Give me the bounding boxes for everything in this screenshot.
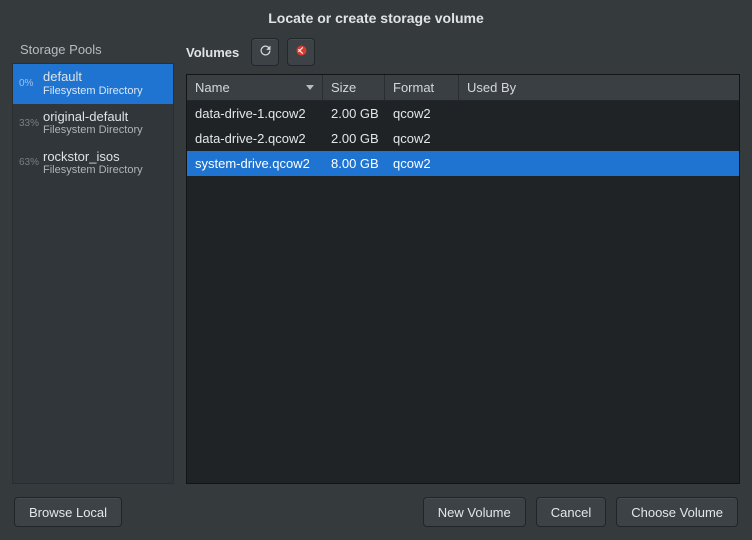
pool-type: Filesystem Directory: [43, 124, 143, 137]
cell-name: data-drive-2.qcow2: [187, 131, 323, 146]
refresh-icon: [258, 43, 273, 61]
pool-usage-percent: 0%: [19, 78, 43, 89]
cell-format: qcow2: [385, 156, 459, 171]
new-volume-button[interactable]: New Volume: [423, 497, 526, 527]
column-header-label: Used By: [467, 80, 516, 95]
storage-pool-item[interactable]: 0%defaultFilesystem Directory: [13, 64, 173, 104]
storage-pools-panel: Storage Pools 0%defaultFilesystem Direct…: [12, 36, 174, 484]
pool-text: original-defaultFilesystem Directory: [43, 109, 143, 138]
pool-usage-percent: 63%: [19, 157, 43, 168]
cell-format: qcow2: [385, 131, 459, 146]
cell-name: system-drive.qcow2: [187, 156, 323, 171]
pool-type: Filesystem Directory: [43, 164, 143, 177]
table-row[interactable]: system-drive.qcow28.00 GBqcow2: [187, 151, 739, 176]
cell-name: data-drive-1.qcow2: [187, 106, 323, 121]
delete-icon: [294, 43, 309, 61]
storage-pool-item[interactable]: 33%original-defaultFilesystem Directory: [13, 104, 173, 144]
pool-name: default: [43, 69, 143, 85]
dialog: Locate or create storage volume Storage …: [0, 0, 752, 540]
choose-volume-button[interactable]: Choose Volume: [616, 497, 738, 527]
table-body: data-drive-1.qcow22.00 GBqcow2data-drive…: [187, 101, 739, 483]
dialog-title: Locate or create storage volume: [0, 0, 752, 36]
volumes-toolbar: Volumes: [186, 36, 740, 74]
pool-text: defaultFilesystem Directory: [43, 69, 143, 98]
content-area: Storage Pools 0%defaultFilesystem Direct…: [0, 36, 752, 484]
pool-type: Filesystem Directory: [43, 85, 143, 98]
pool-usage-percent: 33%: [19, 118, 43, 129]
column-header-usedby[interactable]: Used By: [459, 75, 739, 100]
storage-pool-item[interactable]: 63%rockstor_isosFilesystem Directory: [13, 144, 173, 184]
delete-button[interactable]: [287, 38, 315, 66]
refresh-button[interactable]: [251, 38, 279, 66]
table-header: Name Size Format Used By: [187, 75, 739, 101]
table-row[interactable]: data-drive-2.qcow22.00 GBqcow2: [187, 126, 739, 151]
column-header-label: Size: [331, 80, 356, 95]
sort-descending-icon: [306, 85, 314, 90]
volumes-label: Volumes: [186, 45, 239, 60]
browse-local-button[interactable]: Browse Local: [14, 497, 122, 527]
volumes-table: Name Size Format Used By data-drive-1.qc…: [186, 74, 740, 484]
cell-format: qcow2: [385, 106, 459, 121]
dialog-footer: Browse Local New Volume Cancel Choose Vo…: [0, 484, 752, 540]
cell-size: 2.00 GB: [323, 106, 385, 121]
storage-pools-list: 0%defaultFilesystem Directory33%original…: [12, 64, 174, 484]
column-header-format[interactable]: Format: [385, 75, 459, 100]
cancel-button[interactable]: Cancel: [536, 497, 606, 527]
column-header-label: Format: [393, 80, 434, 95]
pool-name: original-default: [43, 109, 143, 125]
cell-size: 8.00 GB: [323, 156, 385, 171]
table-row[interactable]: data-drive-1.qcow22.00 GBqcow2: [187, 101, 739, 126]
pool-name: rockstor_isos: [43, 149, 143, 165]
column-header-size[interactable]: Size: [323, 75, 385, 100]
pool-text: rockstor_isosFilesystem Directory: [43, 149, 143, 178]
column-header-name[interactable]: Name: [187, 75, 323, 100]
storage-pools-header: Storage Pools: [12, 36, 174, 64]
cell-size: 2.00 GB: [323, 131, 385, 146]
volumes-panel: Volumes Name: [186, 36, 740, 484]
column-header-label: Name: [195, 80, 230, 95]
